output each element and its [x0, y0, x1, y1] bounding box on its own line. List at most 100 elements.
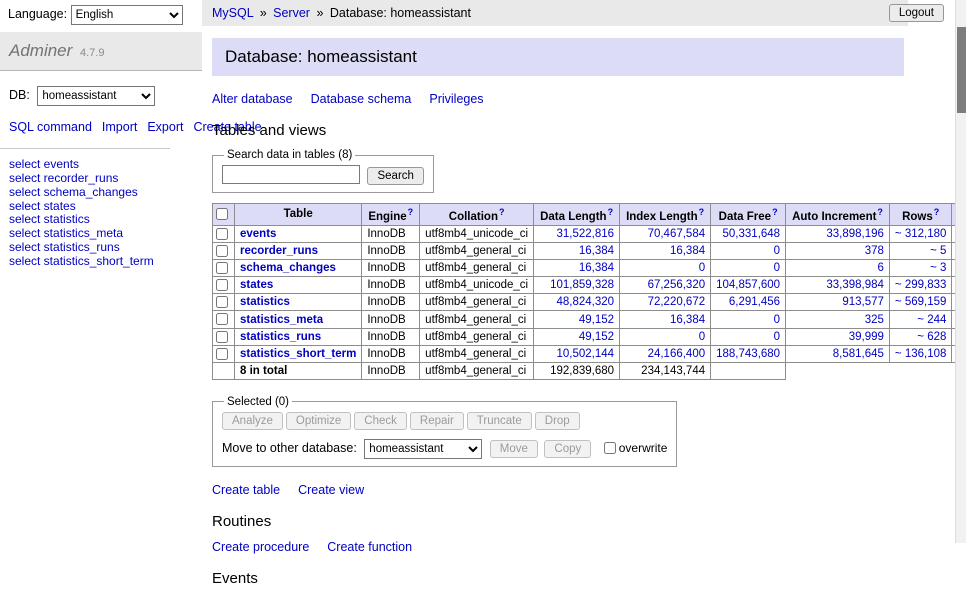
data-length-link[interactable]: 101,859,328 [550, 279, 614, 291]
table-name-link[interactable]: schema_changes [240, 262, 336, 274]
row-checkbox[interactable] [216, 262, 228, 274]
rows-link[interactable]: ~ 244 [917, 314, 946, 326]
search-input[interactable] [222, 165, 360, 184]
row-checkbox[interactable] [216, 313, 228, 325]
sidebar-table-link[interactable]: select statistics [9, 212, 90, 226]
index-length-link[interactable]: 0 [699, 262, 705, 274]
breadcrumb-link-server[interactable]: Server [273, 6, 310, 20]
copy-button[interactable]: Copy [544, 440, 591, 458]
breadcrumb-link-mysql[interactable]: MySQL [212, 6, 253, 20]
sidebar-table-link[interactable]: select states [9, 199, 76, 213]
table-name-link[interactable]: states [240, 279, 273, 291]
create-link[interactable]: Create table [212, 483, 280, 497]
select-all-checkbox[interactable] [216, 208, 228, 220]
create-link[interactable]: Create view [298, 483, 364, 497]
routine-link[interactable]: Create procedure [212, 540, 309, 554]
row-checkbox[interactable] [216, 331, 228, 343]
row-checkbox[interactable] [216, 296, 228, 308]
sidebar-table-link[interactable]: select recorder_runs [9, 171, 118, 185]
data-free-link[interactable]: 0 [774, 331, 780, 343]
data-length-link[interactable]: 49,152 [579, 314, 614, 326]
selected-action-button[interactable]: Truncate [467, 412, 532, 430]
data-length-link[interactable]: 31,522,816 [557, 228, 615, 240]
selected-action-button[interactable]: Analyze [222, 412, 283, 430]
data-length-link[interactable]: 16,384 [579, 262, 614, 274]
rows-link[interactable]: ~ 628 [917, 331, 946, 343]
column-help-link[interactable]: ? [499, 207, 505, 217]
column-help-link[interactable]: ? [772, 207, 778, 217]
db-select[interactable]: homeassistant [37, 86, 155, 106]
index-length-link[interactable]: 0 [699, 331, 705, 343]
sidebar-table-link[interactable]: select schema_changes [9, 185, 138, 199]
table-name-link[interactable]: events [240, 228, 276, 240]
move-button[interactable]: Move [490, 440, 538, 458]
column-help-link[interactable]: ? [608, 207, 614, 217]
row-checkbox[interactable] [216, 348, 228, 360]
data-length-link[interactable]: 16,384 [579, 245, 614, 257]
column-help-link[interactable]: ? [934, 207, 940, 217]
sidebar-table-link[interactable]: select statistics_runs [9, 240, 120, 254]
index-length-link[interactable]: 72,220,672 [648, 296, 706, 308]
db-action-link[interactable]: Database schema [311, 92, 412, 106]
sidebar-table-link[interactable]: select events [9, 157, 79, 171]
data-length-link[interactable]: 49,152 [579, 331, 614, 343]
data-free-link[interactable]: 0 [774, 314, 780, 326]
move-db-select[interactable]: homeassistant [364, 439, 482, 459]
selected-action-button[interactable]: Check [354, 412, 407, 430]
index-length-link[interactable]: 24,166,400 [648, 348, 706, 360]
data-free-link[interactable]: 50,331,648 [723, 228, 781, 240]
data-length-link[interactable]: 10,502,144 [557, 348, 615, 360]
rows-link[interactable]: ~ 312,180 [895, 228, 946, 240]
data-free-link[interactable]: 0 [774, 245, 780, 257]
selected-action-button[interactable]: Repair [410, 412, 464, 430]
auto-increment-link[interactable]: 39,999 [849, 331, 884, 343]
data-length-link[interactable]: 48,824,320 [557, 296, 615, 308]
selected-action-button[interactable]: Drop [535, 412, 580, 430]
index-length-link[interactable]: 67,256,320 [648, 279, 706, 291]
data-free-link[interactable]: 6,291,456 [729, 296, 780, 308]
routine-link[interactable]: Create function [327, 540, 412, 554]
sidebar-nav-link[interactable]: SQL command [9, 120, 92, 134]
language-select[interactable]: English [71, 5, 183, 25]
index-length-link[interactable]: 16,384 [670, 314, 705, 326]
auto-increment-link[interactable]: 913,577 [842, 296, 884, 308]
logout-button[interactable]: Logout [889, 4, 944, 22]
scrollbar-thumb[interactable] [957, 27, 966, 113]
sidebar-table-link[interactable]: select statistics_short_term [9, 254, 154, 268]
table-name-link[interactable]: statistics_short_term [240, 348, 356, 360]
search-button[interactable]: Search [367, 167, 423, 185]
rows-link[interactable]: ~ 299,833 [895, 279, 946, 291]
table-name-link[interactable]: statistics_meta [240, 314, 323, 326]
data-free-link[interactable]: 188,743,680 [716, 348, 780, 360]
sidebar-nav-link[interactable]: Import [102, 120, 137, 134]
table-name-link[interactable]: statistics_runs [240, 331, 321, 343]
auto-increment-link[interactable]: 33,898,196 [826, 228, 884, 240]
sidebar-nav-link[interactable]: Export [147, 120, 183, 134]
rows-link[interactable]: ~ 569,159 [895, 296, 946, 308]
index-length-link[interactable]: 16,384 [670, 245, 705, 257]
sidebar-table-link[interactable]: select statistics_meta [9, 226, 123, 240]
table-name-link[interactable]: recorder_runs [240, 245, 318, 257]
column-help-link[interactable]: ? [877, 207, 883, 217]
data-free-link[interactable]: 0 [774, 262, 780, 274]
column-help-link[interactable]: ? [408, 207, 414, 217]
auto-increment-link[interactable]: 378 [865, 245, 884, 257]
auto-increment-link[interactable]: 8,581,645 [833, 348, 884, 360]
overwrite-checkbox[interactable] [604, 442, 616, 454]
auto-increment-link[interactable]: 6 [878, 262, 884, 274]
scrollbar[interactable] [955, 0, 966, 543]
rows-link[interactable]: ~ 136,108 [895, 348, 946, 360]
index-length-link[interactable]: 70,467,584 [648, 228, 706, 240]
app-title[interactable]: Adminer [9, 41, 72, 60]
auto-increment-link[interactable]: 325 [865, 314, 884, 326]
row-checkbox[interactable] [216, 245, 228, 257]
column-help-link[interactable]: ? [699, 207, 705, 217]
db-action-link[interactable]: Privileges [429, 92, 483, 106]
rows-link[interactable]: ~ 5 [930, 245, 946, 257]
db-action-link[interactable]: Alter database [212, 92, 293, 106]
rows-link[interactable]: ~ 3 [930, 262, 946, 274]
selected-action-button[interactable]: Optimize [286, 412, 351, 430]
row-checkbox[interactable] [216, 279, 228, 291]
auto-increment-link[interactable]: 33,398,984 [826, 279, 884, 291]
data-free-link[interactable]: 104,857,600 [716, 279, 780, 291]
